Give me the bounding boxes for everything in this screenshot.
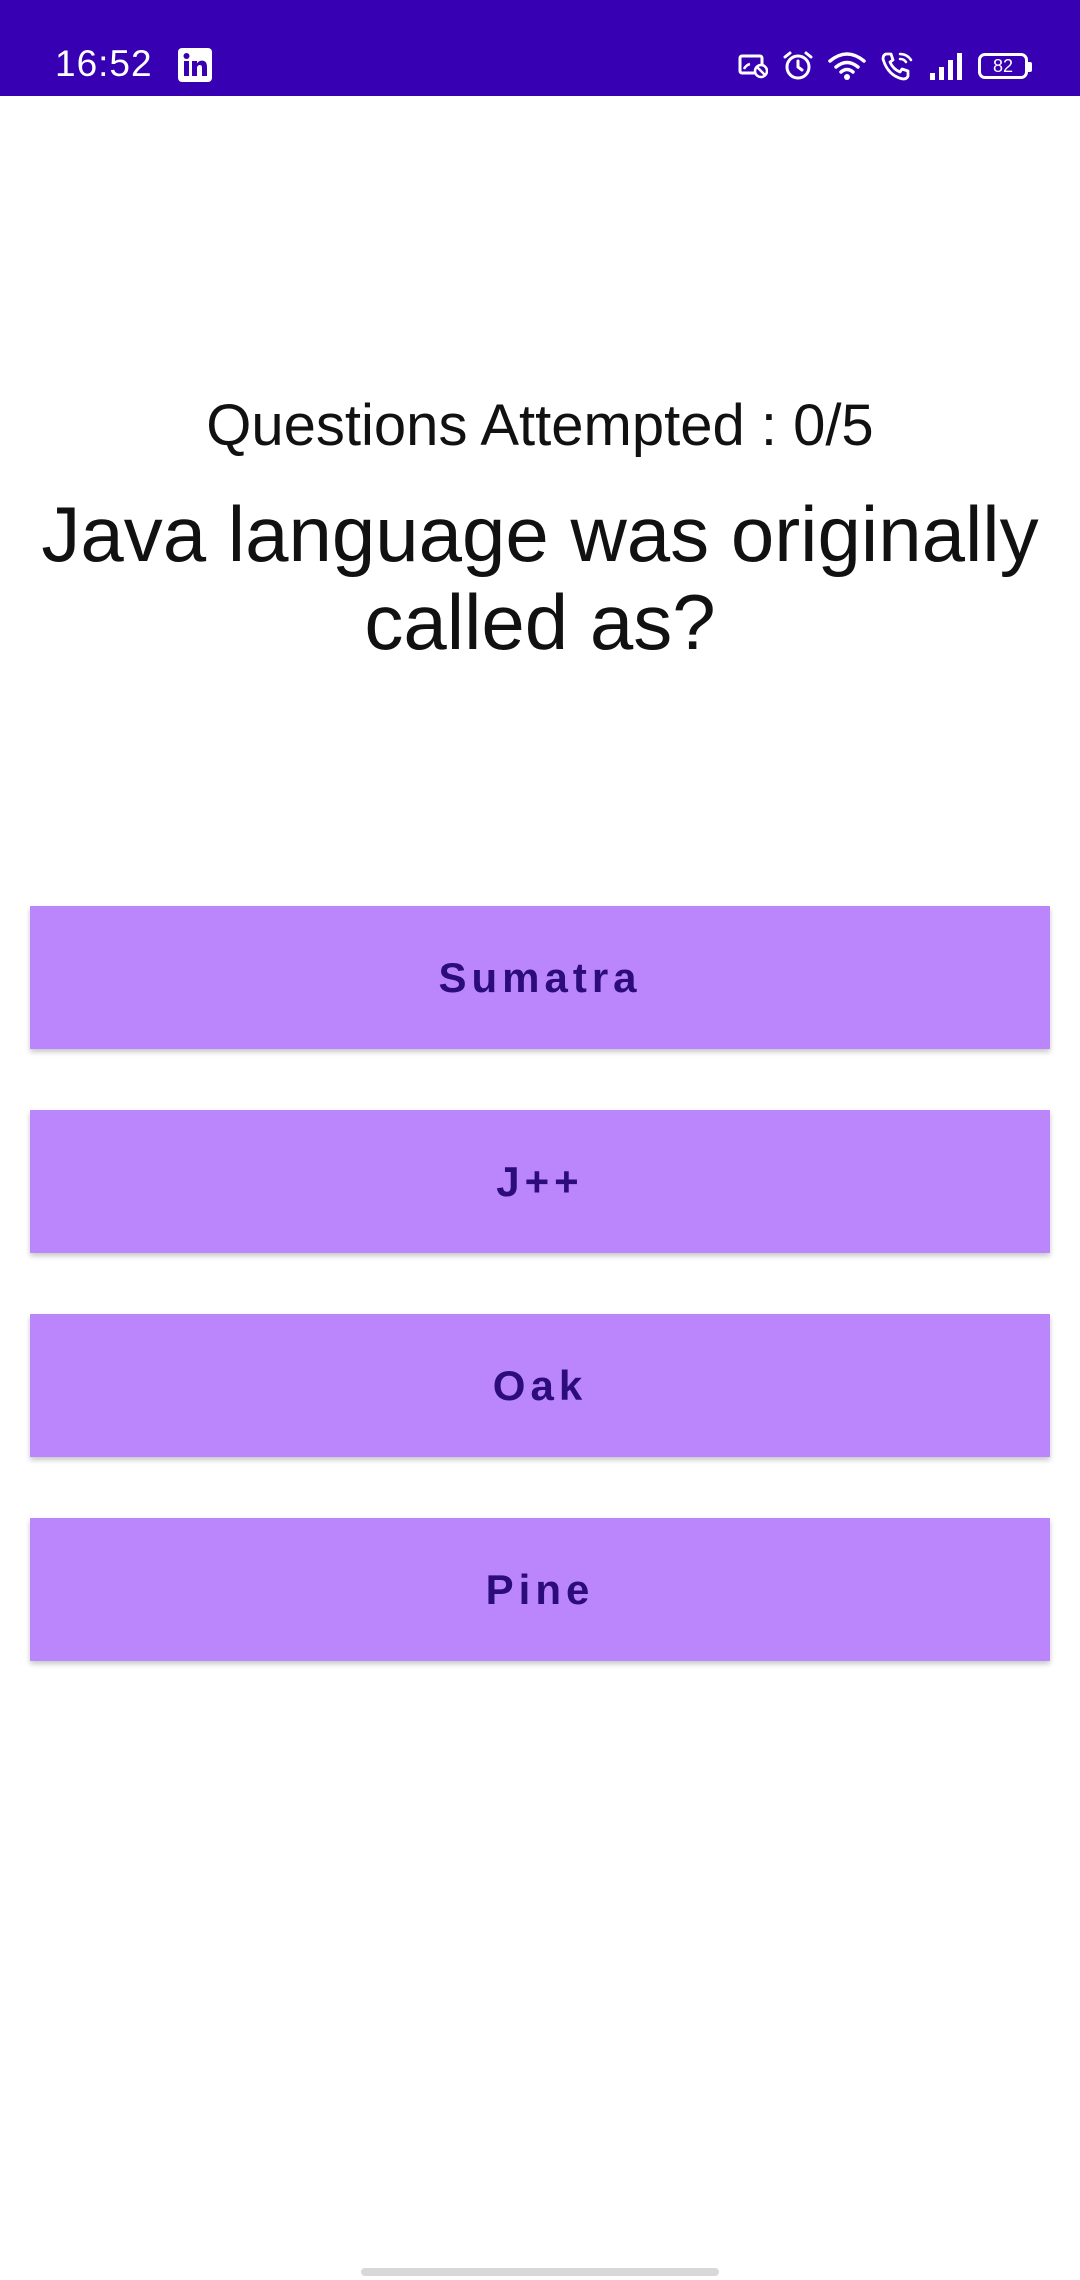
status-icons: 82	[738, 48, 1032, 84]
option-button-1[interactable]: Sumatra	[30, 906, 1050, 1049]
quiz-screen: 16:52 82 Questions Attempted: 0/5 Java …	[0, 0, 1080, 2280]
status-time: 16:52	[55, 43, 153, 84]
cast-off-icon	[738, 53, 768, 79]
signal-icon	[928, 51, 964, 81]
questions-attempted-text: Questions Attempted : 0/5	[206, 393, 874, 458]
home-indicator[interactable]	[361, 2268, 719, 2276]
question-text: Java language was originally called as?	[41, 490, 1039, 666]
wifi-call-icon	[880, 50, 914, 82]
option-button-2[interactable]: J++	[30, 1110, 1050, 1253]
option-button-3[interactable]: Oak	[30, 1314, 1050, 1457]
alarm-icon	[782, 50, 814, 82]
option-button-4[interactable]: Pine	[30, 1518, 1050, 1661]
linkedin-icon	[178, 48, 212, 82]
wifi-icon	[828, 51, 866, 81]
battery-level: 82	[992, 56, 1014, 76]
battery-icon: 82	[978, 53, 1032, 79]
status-bar: 16:52 82	[0, 0, 1080, 96]
